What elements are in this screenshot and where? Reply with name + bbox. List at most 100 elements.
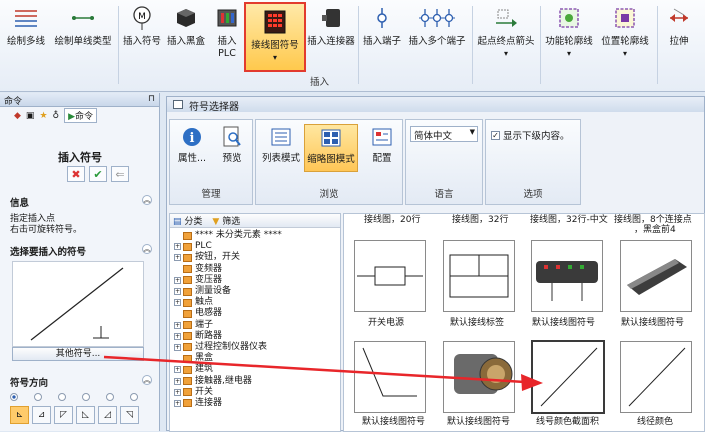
tree-item[interactable]: 电感器 xyxy=(170,308,340,319)
symbol-thumbnail[interactable] xyxy=(620,240,692,312)
function-outline-button[interactable]: 功能轮廓线 ▾ xyxy=(541,4,597,70)
tree-item[interactable]: 变频器 xyxy=(170,264,340,275)
expand-icon[interactable]: + xyxy=(174,388,181,396)
expand-icon[interactable]: + xyxy=(174,343,181,351)
symbol-thumbnail[interactable] xyxy=(354,240,426,312)
tab-filter-label: 筛选 xyxy=(222,217,241,227)
show-subitems-label: 显示下级内容。 xyxy=(503,131,570,142)
tab-category[interactable]: ▤ 分类 xyxy=(173,214,202,227)
other-symbols-button[interactable]: 其他符号... xyxy=(12,347,144,361)
direction-0-button[interactable]: ⊾ xyxy=(10,406,29,424)
tree-item[interactable]: + 过程控制仪器仪表 xyxy=(170,342,340,353)
expand-icon[interactable]: + xyxy=(174,276,181,284)
insert-connector-button[interactable]: 插入连接器 xyxy=(306,4,356,70)
direction-radio[interactable] xyxy=(34,393,42,401)
tree-tabs: ▤ 分类 ▼ 筛选 xyxy=(170,214,340,228)
pin-icon[interactable]: ⊓ xyxy=(148,94,155,105)
tree-item[interactable]: + 变压器 xyxy=(170,275,340,286)
expand-icon[interactable]: + xyxy=(174,399,181,407)
tree-item[interactable]: **** 未分类元素 **** xyxy=(170,230,340,241)
ribbon-separator xyxy=(118,6,119,84)
insert-terminal-label: 插入端子 xyxy=(362,36,401,47)
tree-item[interactable]: 黑盒 xyxy=(170,353,340,364)
info-text: 指定插入点 右击可旋转符号。 xyxy=(10,214,82,236)
select-symbol-header: 选择要插入的符号 xyxy=(10,247,87,258)
tree-item-label: 变压器 xyxy=(195,274,223,285)
expand-icon[interactable]: + xyxy=(174,299,181,307)
draw-multi-line-button[interactable]: 绘制多线 xyxy=(4,4,48,70)
tree-item[interactable]: + 触点 xyxy=(170,297,340,308)
insert-black-box-button[interactable]: 插入黑盒 xyxy=(164,4,208,70)
direction-90-button[interactable]: ⊿ xyxy=(32,406,51,424)
symbol-thumbnail[interactable] xyxy=(531,240,603,312)
direction-radio[interactable] xyxy=(10,393,18,401)
thumbnail-mode-button[interactable]: 缩略图模式 xyxy=(304,124,358,172)
location-outline-button[interactable]: 位置轮廓线 ▾ xyxy=(597,4,653,70)
direction-icon: ◸ xyxy=(60,410,67,420)
symbol-thumbnail[interactable] xyxy=(443,240,515,312)
collapse-direction-icon[interactable]: ︽ xyxy=(142,375,152,385)
thumbnail-icon xyxy=(318,125,344,151)
symbol-thumbnail[interactable] xyxy=(354,341,426,413)
expand-icon[interactable]: + xyxy=(174,332,181,340)
expand-icon[interactable]: + xyxy=(174,254,181,262)
tab-favorite-icon[interactable]: ★ xyxy=(39,111,47,121)
direction-radio[interactable] xyxy=(58,393,66,401)
language-select[interactable]: 简体中文 ▼ xyxy=(410,126,478,142)
symbol-thumbnail[interactable] xyxy=(620,341,692,413)
stretch-button[interactable]: 拉伸 xyxy=(661,4,697,70)
direction-radio[interactable] xyxy=(106,393,114,401)
tree-item[interactable]: + 连接器 xyxy=(170,398,340,409)
configure-button[interactable]: 配置 xyxy=(360,124,404,172)
ok-button[interactable]: ✔ xyxy=(89,166,107,182)
tab-save-icon[interactable]: ▣ xyxy=(26,111,35,121)
start-end-arrow-button[interactable]: 起点终点箭头 ▾ xyxy=(474,4,538,70)
insert-symbol-button[interactable]: M 插入符号 xyxy=(120,4,164,70)
tree-item[interactable]: + 断路器 xyxy=(170,331,340,342)
tab-symbol-icon[interactable]: ♁ xyxy=(53,111,60,121)
direction-radio[interactable] xyxy=(130,393,138,401)
collapse-select-icon[interactable]: ︽ xyxy=(142,244,152,254)
cancel-button[interactable]: ✖ xyxy=(67,166,85,182)
direction-mirror2-button[interactable]: ◹ xyxy=(120,406,139,424)
direction-180-button[interactable]: ◸ xyxy=(54,406,73,424)
preview-button[interactable]: 预览 xyxy=(210,124,254,172)
collapse-info-icon[interactable]: ︽ xyxy=(142,195,152,205)
tree-item[interactable]: + 测量设备 xyxy=(170,286,340,297)
tree-item[interactable]: + PLC xyxy=(170,241,340,252)
insert-multiple-terminals-button[interactable]: 插入多个端子 xyxy=(404,4,470,70)
group-options: ✓ 显示下级内容。 选项 xyxy=(485,119,581,205)
wiring-diagram-symbol-button[interactable]: 接线图符号 ▾ xyxy=(244,2,306,72)
direction-mirror-button[interactable]: ◿ xyxy=(98,406,117,424)
draw-single-line-type-button[interactable]: 绘制单线类型 xyxy=(50,4,116,70)
category-tree: ▤ 分类 ▼ 筛选 **** 未分类元素 **** + PLC + 按钮，开关 变频器 + 变… xyxy=(169,213,341,432)
group-options-label: 选项 xyxy=(523,189,543,200)
tab-properties-icon[interactable]: ◆ xyxy=(14,111,21,121)
direction-radio[interactable] xyxy=(82,393,90,401)
tree-item[interactable]: + 端子 xyxy=(170,320,340,331)
tree-item[interactable]: + 接触器,继电器 xyxy=(170,375,340,386)
back-button[interactable]: ⇐ xyxy=(111,166,129,182)
expand-icon[interactable]: + xyxy=(174,321,181,329)
folder-icon xyxy=(183,309,192,318)
folder-icon xyxy=(183,332,192,341)
insert-terminal-button[interactable]: 插入端子 xyxy=(360,4,404,70)
tree-item[interactable]: + 建筑 xyxy=(170,364,340,375)
list-mode-button[interactable]: 列表模式 xyxy=(258,124,304,172)
expand-icon[interactable]: + xyxy=(174,243,181,251)
insert-plc-button[interactable]: 插入 PLC xyxy=(208,4,246,70)
tab-filter[interactable]: ▼ 筛选 xyxy=(212,214,240,227)
properties-button[interactable]: i 属性... xyxy=(170,124,214,172)
expand-icon[interactable]: + xyxy=(174,366,181,374)
expand-icon[interactable]: + xyxy=(174,288,181,296)
tree-item[interactable]: + 按钮，开关 xyxy=(170,252,340,263)
show-subitems-checkbox[interactable]: ✓ 显示下级内容。 xyxy=(491,128,570,142)
expand-icon[interactable]: + xyxy=(174,377,181,385)
tree-item[interactable]: + 开关 xyxy=(170,387,340,398)
command-title: 插入符号 xyxy=(58,151,102,164)
thumbnail-caption: 默认接线图符号 xyxy=(532,318,596,328)
symbol-thumbnail-selected[interactable] xyxy=(531,340,605,414)
direction-270-button[interactable]: ◺ xyxy=(76,406,95,424)
tab-command[interactable]: ▶命令 xyxy=(64,108,98,123)
symbol-thumbnail[interactable] xyxy=(443,341,515,413)
